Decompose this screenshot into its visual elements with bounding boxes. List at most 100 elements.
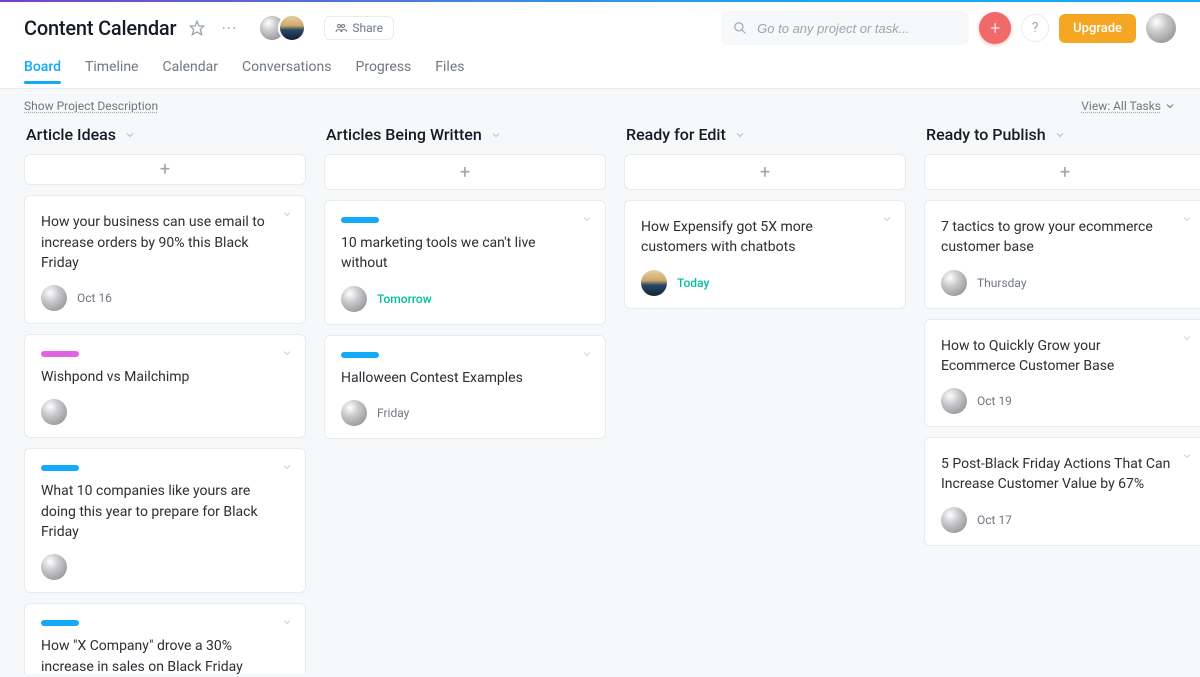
share-label: Share (352, 21, 383, 35)
assignee-avatar[interactable] (941, 270, 967, 296)
tab-board[interactable]: Board (24, 59, 61, 83)
quick-add-button[interactable]: + (979, 12, 1011, 44)
add-card-button[interactable]: + (924, 154, 1200, 190)
add-card-button[interactable]: + (324, 154, 606, 190)
tag-pill (341, 217, 379, 223)
task-card[interactable]: 10 marketing tools we can't live without… (324, 200, 606, 325)
help-button[interactable]: ? (1021, 14, 1049, 42)
task-card[interactable]: What 10 companies like yours are doing t… (24, 448, 306, 593)
task-card[interactable]: 7 tactics to grow your ecommerce custome… (924, 200, 1200, 309)
member-avatar[interactable] (278, 14, 306, 42)
tab-progress[interactable]: Progress (356, 59, 412, 83)
column-title: Article Ideas (26, 125, 116, 144)
task-card[interactable]: 5 Post-Black Friday Actions That Can Inc… (924, 437, 1200, 546)
assignee-avatar[interactable] (341, 286, 367, 312)
card-title: How to Quickly Grow your Ecommerce Custo… (941, 336, 1189, 377)
chevron-down-icon (1164, 100, 1176, 112)
column-header[interactable]: Ready for Edit (624, 119, 906, 154)
subheader-bar: Show Project Description View: All Tasks (0, 89, 1200, 119)
assignee-avatar[interactable] (641, 270, 667, 296)
card-title: How Expensify got 5X more customers with… (641, 217, 889, 258)
card-menu-chevron-icon[interactable] (281, 347, 293, 359)
card-menu-chevron-icon[interactable] (1181, 213, 1193, 225)
add-card-button[interactable]: + (24, 154, 306, 185)
main-header: Content Calendar ··· Share + ? Upgrade B… (0, 2, 1200, 89)
due-date: Oct 19 (977, 394, 1012, 408)
card-footer: Thursday (941, 270, 1189, 296)
card-menu-chevron-icon[interactable] (281, 616, 293, 628)
column-articles-being-written: Articles Being Written+10 marketing tool… (324, 119, 606, 674)
card-menu-chevron-icon[interactable] (281, 461, 293, 473)
task-card[interactable]: Halloween Contest Examples Friday (324, 335, 606, 439)
card-title: 7 tactics to grow your ecommerce custome… (941, 217, 1189, 258)
column-article-ideas: Article Ideas + How your business can use … (24, 119, 306, 674)
project-title: Content Calendar (24, 16, 176, 40)
column-header[interactable]: Ready to Publish (924, 119, 1200, 154)
card-list: How Expensify got 5X more customers with… (624, 200, 906, 329)
member-avatar-stack[interactable] (258, 14, 306, 42)
assignee-avatar[interactable] (941, 507, 967, 533)
assignee-avatar[interactable] (941, 388, 967, 414)
due-date: Oct 16 (77, 291, 112, 305)
due-date: Oct 17 (977, 513, 1012, 527)
task-card[interactable]: How your business can use email to incre… (24, 195, 306, 324)
column-header[interactable]: Article Ideas (24, 119, 306, 154)
chevron-down-icon (124, 129, 136, 141)
card-title: 10 marketing tools we can't live without (341, 233, 589, 274)
card-title: Wishpond vs Mailchimp (41, 367, 289, 387)
card-menu-chevron-icon[interactable] (1181, 450, 1193, 462)
due-date: Tomorrow (377, 292, 432, 306)
card-menu-chevron-icon[interactable] (881, 213, 893, 225)
kanban-board: Article Ideas + How your business can use … (0, 119, 1200, 674)
profile-avatar[interactable] (1146, 13, 1176, 43)
due-date: Today (677, 276, 709, 290)
card-title: How "X Company" drove a 30% increase in … (41, 636, 289, 674)
column-ready-to-publish: Ready to Publish +7 tactics to grow your … (924, 119, 1200, 674)
favorite-star-icon[interactable] (186, 17, 208, 39)
due-date: Thursday (977, 276, 1027, 290)
task-card[interactable]: How to Quickly Grow your Ecommerce Custo… (924, 319, 1200, 428)
chevron-down-icon (1054, 129, 1066, 141)
tab-timeline[interactable]: Timeline (85, 59, 138, 83)
card-menu-chevron-icon[interactable] (581, 213, 593, 225)
view-filter-label: View: All Tasks (1081, 99, 1161, 113)
card-footer (41, 399, 289, 425)
card-footer (41, 554, 289, 580)
global-search[interactable] (721, 11, 969, 45)
column-header[interactable]: Articles Being Written (324, 119, 606, 154)
tab-files[interactable]: Files (435, 59, 464, 83)
column-ready-for-edit: Ready for Edit + How Expensify got 5X more… (624, 119, 906, 674)
card-footer: Friday (341, 400, 589, 426)
chevron-down-icon (490, 129, 502, 141)
view-filter-link[interactable]: View: All Tasks (1081, 99, 1176, 113)
card-menu-chevron-icon[interactable] (581, 348, 593, 360)
task-card[interactable]: How "X Company" drove a 30% increase in … (24, 603, 306, 674)
card-footer: Today (641, 270, 889, 296)
task-card[interactable]: How Expensify got 5X more customers with… (624, 200, 906, 309)
column-title: Ready for Edit (626, 125, 726, 144)
more-actions-icon[interactable]: ··· (218, 17, 240, 39)
column-title: Ready to Publish (926, 125, 1046, 144)
card-menu-chevron-icon[interactable] (1181, 332, 1193, 344)
share-button[interactable]: Share (324, 16, 394, 40)
upgrade-button[interactable]: Upgrade (1059, 14, 1136, 43)
tab-calendar[interactable]: Calendar (162, 59, 218, 83)
card-title: Halloween Contest Examples (341, 368, 589, 388)
search-input[interactable] (755, 20, 957, 37)
task-card[interactable]: Wishpond vs Mailchimp (24, 334, 306, 438)
assignee-avatar[interactable] (41, 399, 67, 425)
assignee-avatar[interactable] (41, 554, 67, 580)
card-list: 10 marketing tools we can't live without… (324, 200, 606, 459)
tag-pill (41, 620, 79, 626)
card-footer: Oct 16 (41, 285, 289, 311)
people-icon (335, 22, 347, 34)
card-menu-chevron-icon[interactable] (281, 208, 293, 220)
tab-conversations[interactable]: Conversations (242, 59, 331, 83)
assignee-avatar[interactable] (341, 400, 367, 426)
card-footer: Tomorrow (341, 286, 589, 312)
assignee-avatar[interactable] (41, 285, 67, 311)
show-project-description-link[interactable]: Show Project Description (24, 99, 158, 113)
card-list: 7 tactics to grow your ecommerce custome… (924, 200, 1200, 566)
header-row-primary: Content Calendar ··· Share + ? Upgrade (24, 2, 1176, 54)
add-card-button[interactable]: + (624, 154, 906, 190)
